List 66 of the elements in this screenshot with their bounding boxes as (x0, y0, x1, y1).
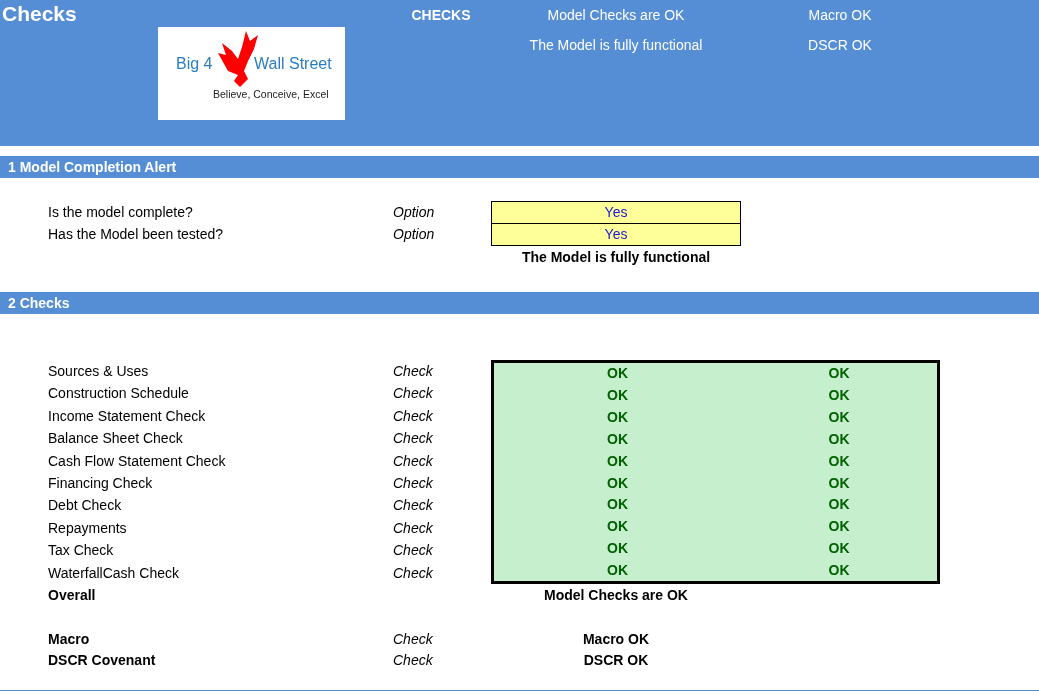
check-result: OK (606, 517, 629, 537)
option-cell[interactable]: Yes (491, 201, 741, 223)
row-type: Check (393, 496, 434, 516)
logo-tagline: Believe, Conceive, Excel (213, 88, 329, 100)
check-result: OK (827, 473, 851, 493)
row-type: Check (393, 541, 434, 561)
row-type: Check (393, 629, 434, 649)
check-label: Sources & Uses (48, 362, 150, 381)
status-text: Macro OK (807, 7, 873, 23)
check-result: OK (827, 561, 851, 581)
check-result: OK (606, 451, 629, 471)
check-label: Financing Check (48, 473, 154, 493)
check-result: OK (606, 407, 629, 427)
check-result: OK (827, 539, 851, 559)
check-result: OK (827, 385, 851, 405)
check-label: Debt Check (48, 496, 123, 516)
row-label: Has the Model been tested? (48, 225, 225, 244)
check-result: OK (827, 407, 851, 427)
section-header: 1 Model Completion Alert (0, 156, 1039, 178)
check-label: Income Statement Check (48, 406, 207, 426)
check-result: OK (827, 451, 851, 471)
row-result: Macro OK (581, 629, 651, 649)
check-result: OK (606, 473, 629, 493)
row-label: DSCR Covenant (48, 650, 157, 670)
row-result: DSCR OK (582, 650, 650, 670)
check-label: Construction Schedule (48, 384, 190, 404)
status-message: Model Checks are OK (546, 7, 686, 23)
row-type: Check (393, 384, 434, 404)
check-result: OK (606, 561, 629, 581)
check-label: Tax Check (48, 541, 115, 561)
check-result: OK (606, 429, 629, 449)
overall-label: Overall (48, 585, 97, 605)
row-type: Option (393, 203, 436, 222)
check-result: OK (827, 517, 851, 537)
row-type: Check (393, 518, 434, 538)
row-type: Option (393, 225, 436, 244)
status-text: DSCR OK (807, 37, 873, 53)
check-result: OK (827, 364, 851, 383)
check-label: Balance Sheet Check (48, 429, 184, 449)
row-label: Macro (48, 629, 91, 649)
logo-text: Big 4 (176, 55, 213, 73)
row-type: Check (393, 451, 434, 471)
check-label: WaterfallCash Check (48, 563, 180, 583)
option-cell[interactable]: Yes (491, 223, 741, 246)
checks-label: CHECKS (410, 7, 472, 23)
check-label: Cash Flow Statement Check (48, 451, 227, 471)
row-type: Check (393, 362, 434, 381)
status-message: The Model is fully functional (528, 37, 704, 53)
check-result: OK (606, 539, 629, 559)
row-type: Check (393, 563, 434, 583)
check-result: OK (606, 495, 629, 515)
row-label: Is the model complete? (48, 203, 194, 222)
check-result: OK (606, 385, 629, 405)
row-type: Check (393, 406, 434, 426)
check-label: Repayments (48, 518, 128, 538)
row-type: Check (393, 429, 434, 449)
section-header: 2 Checks (0, 292, 1039, 314)
sheet-title: Checks (1, 1, 78, 27)
row-type: Check (393, 473, 434, 493)
check-result: OK (606, 364, 629, 383)
logo-text: Wall Street (254, 55, 332, 73)
overall-result: Model Checks are OK (543, 585, 689, 605)
row-type: Check (393, 650, 434, 670)
check-result: OK (827, 495, 851, 515)
result-text: The Model is fully functional (520, 248, 712, 267)
check-result: OK (827, 429, 851, 449)
